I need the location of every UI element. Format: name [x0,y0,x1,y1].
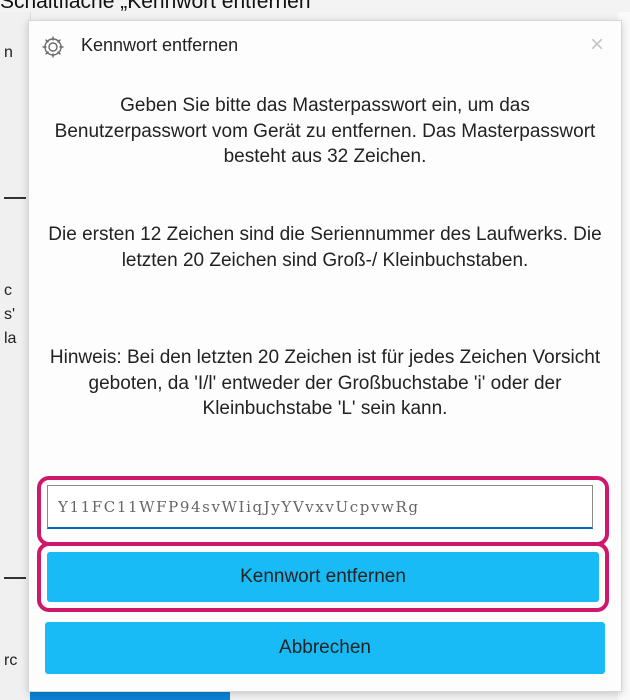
gear-icon [41,35,65,59]
background-left-panel: n c s' la rc [0,12,31,700]
background-fragment: rc [4,652,18,669]
background-rule [4,197,26,199]
background-caption: Schaltfläche „Kennwort entfernen" [0,0,318,12]
background-fragment: la [4,330,17,347]
background-fragment: c [4,282,12,299]
close-icon[interactable]: × [583,31,611,59]
remove-password-button[interactable]: Kennwort entfernen [47,552,599,602]
dialog-title: Kennwort entfernen [81,35,239,55]
dialog-titlebar: Kennwort entfernen × [29,21,621,73]
background-rule [4,577,26,579]
remove-password-dialog: Kennwort entfernen × Geben Sie bitte das… [28,20,622,692]
cancel-button[interactable]: Abbrechen [45,622,605,674]
master-password-input[interactable] [47,485,593,529]
format-text: Die ersten 12 Zeichen sind die Seriennum… [48,224,602,271]
instruction-text: Geben Sie bitte das Masterpasswort ein, … [54,95,596,167]
background-fragment: s' [4,306,16,323]
background-fragment: n [4,44,13,61]
remove-button-highlight: Kennwort entfernen [37,542,609,612]
password-field-highlight [37,476,609,546]
hint-text: Hinweis: Bei den letzten 20 Zeichen ist … [49,347,601,419]
